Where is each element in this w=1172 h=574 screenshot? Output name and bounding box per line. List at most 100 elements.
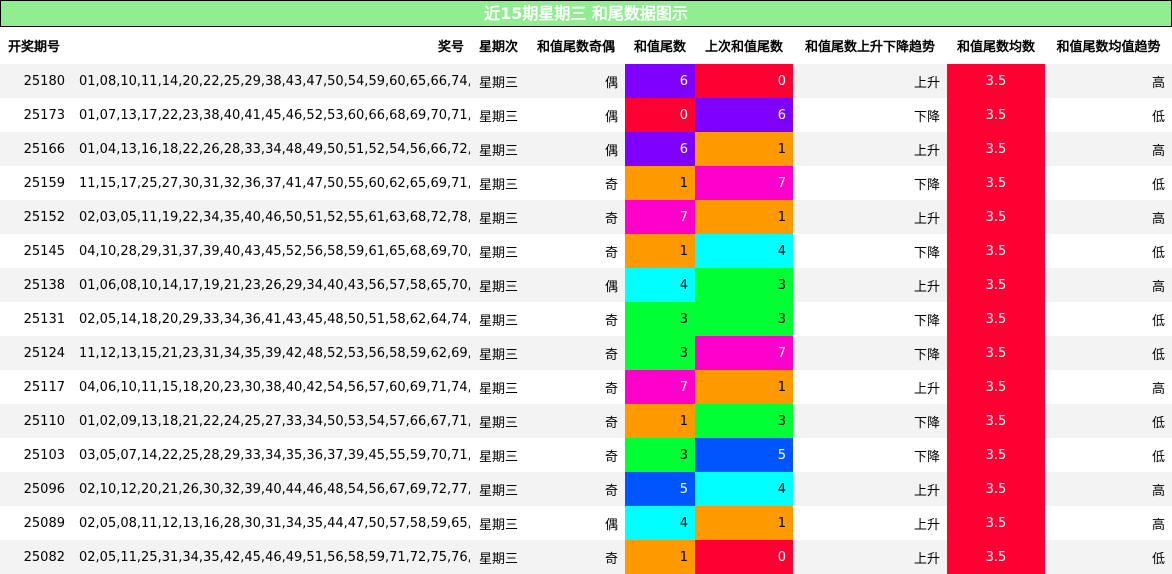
prev-tail-cell: 5 [695,438,793,472]
weekday-cell: 星期三 [470,166,527,200]
numbers-cell: 02,03,05,11,19,22,34,35,40,46,50,51,52,5… [72,200,470,234]
tail-cell: 3 [625,336,695,370]
avg-trend-cell: 高 [1045,370,1172,404]
trend-cell: 上升 [793,64,947,98]
tail-cell: 4 [625,268,695,302]
avg-trend-cell: 高 [1045,132,1172,166]
trend-cell: 上升 [793,132,947,166]
table-row: 25159 11,15,17,25,27,30,31,32,36,37,41,47… [0,166,1172,200]
issue-cell: 25166 [0,132,72,166]
weekday-cell: 星期三 [470,64,527,98]
issue-cell: 25152 [0,200,72,234]
numbers-cell: 02,05,11,25,31,34,35,42,45,46,49,51,56,5… [72,540,470,574]
numbers-cell: 01,07,13,17,22,23,38,40,41,45,46,52,53,6… [72,98,470,132]
header-weekday: 星期次 [470,27,527,64]
parity-cell: 偶 [527,64,625,98]
header-tail: 和值尾数 [625,27,695,64]
table-row: 25131 02,05,14,18,20,29,33,34,36,41,43,45… [0,302,1172,336]
prev-tail-cell: 0 [695,64,793,98]
trend-cell: 下降 [793,166,947,200]
issue-cell: 25082 [0,540,72,574]
page-title: 近15期星期三 和尾数据图示 [0,0,1172,27]
avg-cell: 3.5 [947,200,1045,234]
issue-cell: 25096 [0,472,72,506]
prev-tail-cell: 1 [695,132,793,166]
issue-cell: 25089 [0,506,72,540]
table-row: 25082 02,05,11,25,31,34,35,42,45,46,49,51… [0,540,1172,574]
prev-tail-cell: 6 [695,98,793,132]
weekday-cell: 星期三 [470,132,527,166]
tail-cell: 7 [625,200,695,234]
issue-cell: 25110 [0,404,72,438]
tail-cell: 1 [625,234,695,268]
header-issue: 开奖期号 [0,27,72,64]
avg-cell: 3.5 [947,166,1045,200]
issue-cell: 25173 [0,98,72,132]
table-row: 25152 02,03,05,11,19,22,34,35,40,46,50,51… [0,200,1172,234]
tail-cell: 7 [625,370,695,404]
numbers-cell: 03,05,07,14,22,25,28,29,33,34,35,36,37,3… [72,438,470,472]
avg-trend-cell: 低 [1045,166,1172,200]
prev-tail-cell: 4 [695,234,793,268]
parity-cell: 偶 [527,132,625,166]
parity-cell: 奇 [527,472,625,506]
avg-trend-cell: 低 [1045,98,1172,132]
issue-cell: 25124 [0,336,72,370]
numbers-cell: 11,12,13,15,21,23,31,34,35,39,42,48,52,5… [72,336,470,370]
avg-trend-cell: 高 [1045,64,1172,98]
avg-trend-cell: 低 [1045,302,1172,336]
avg-trend-cell: 高 [1045,472,1172,506]
table-row: 25180 01,08,10,11,14,20,22,25,29,38,43,47… [0,64,1172,98]
numbers-cell: 01,06,08,10,14,17,19,21,23,26,29,34,40,4… [72,268,470,302]
parity-cell: 奇 [527,166,625,200]
avg-trend-cell: 低 [1045,404,1172,438]
weekday-cell: 星期三 [470,472,527,506]
avg-cell: 3.5 [947,132,1045,166]
issue-cell: 25138 [0,268,72,302]
table-row: 25089 02,05,08,11,12,13,16,28,30,31,34,35… [0,506,1172,540]
weekday-cell: 星期三 [470,438,527,472]
table-row: 25124 11,12,13,15,21,23,31,34,35,39,42,48… [0,336,1172,370]
tail-cell: 3 [625,438,695,472]
table-row: 25166 01,04,13,16,18,22,26,28,33,34,48,49… [0,132,1172,166]
trend-cell: 上升 [793,540,947,574]
weekday-cell: 星期三 [470,336,527,370]
tail-cell: 1 [625,166,695,200]
avg-cell: 3.5 [947,98,1045,132]
avg-cell: 3.5 [947,506,1045,540]
parity-cell: 奇 [527,370,625,404]
tail-cell: 6 [625,132,695,166]
prev-tail-cell: 1 [695,370,793,404]
avg-cell: 3.5 [947,234,1045,268]
avg-trend-cell: 低 [1045,234,1172,268]
table-row: 25117 04,06,10,11,15,18,20,23,30,38,40,42… [0,370,1172,404]
table-row: 25173 01,07,13,17,22,23,38,40,41,45,46,52… [0,98,1172,132]
table-row: 25138 01,06,08,10,14,17,19,21,23,26,29,34… [0,268,1172,302]
trend-cell: 上升 [793,268,947,302]
trend-cell: 上升 [793,370,947,404]
parity-cell: 偶 [527,506,625,540]
weekday-cell: 星期三 [470,404,527,438]
numbers-cell: 02,05,14,18,20,29,33,34,36,41,43,45,48,5… [72,302,470,336]
prev-tail-cell: 7 [695,336,793,370]
avg-cell: 3.5 [947,540,1045,574]
numbers-cell: 04,10,28,29,31,37,39,40,43,45,52,56,58,5… [72,234,470,268]
table-row: 25096 02,10,12,20,21,26,30,32,39,40,44,46… [0,472,1172,506]
numbers-cell: 01,02,09,13,18,21,22,24,25,27,33,34,50,5… [72,404,470,438]
prev-tail-cell: 7 [695,166,793,200]
avg-cell: 3.5 [947,64,1045,98]
header-trend: 和值尾数上升下降趋势 [793,27,947,64]
trend-cell: 下降 [793,336,947,370]
avg-trend-cell: 高 [1045,200,1172,234]
prev-tail-cell: 3 [695,268,793,302]
tail-cell: 3 [625,302,695,336]
header-numbers: 奖号 [72,27,470,64]
tail-cell: 4 [625,506,695,540]
trend-cell: 上升 [793,506,947,540]
parity-cell: 奇 [527,200,625,234]
avg-cell: 3.5 [947,268,1045,302]
issue-cell: 25117 [0,370,72,404]
trend-cell: 下降 [793,98,947,132]
parity-cell: 奇 [527,302,625,336]
issue-cell: 25159 [0,166,72,200]
